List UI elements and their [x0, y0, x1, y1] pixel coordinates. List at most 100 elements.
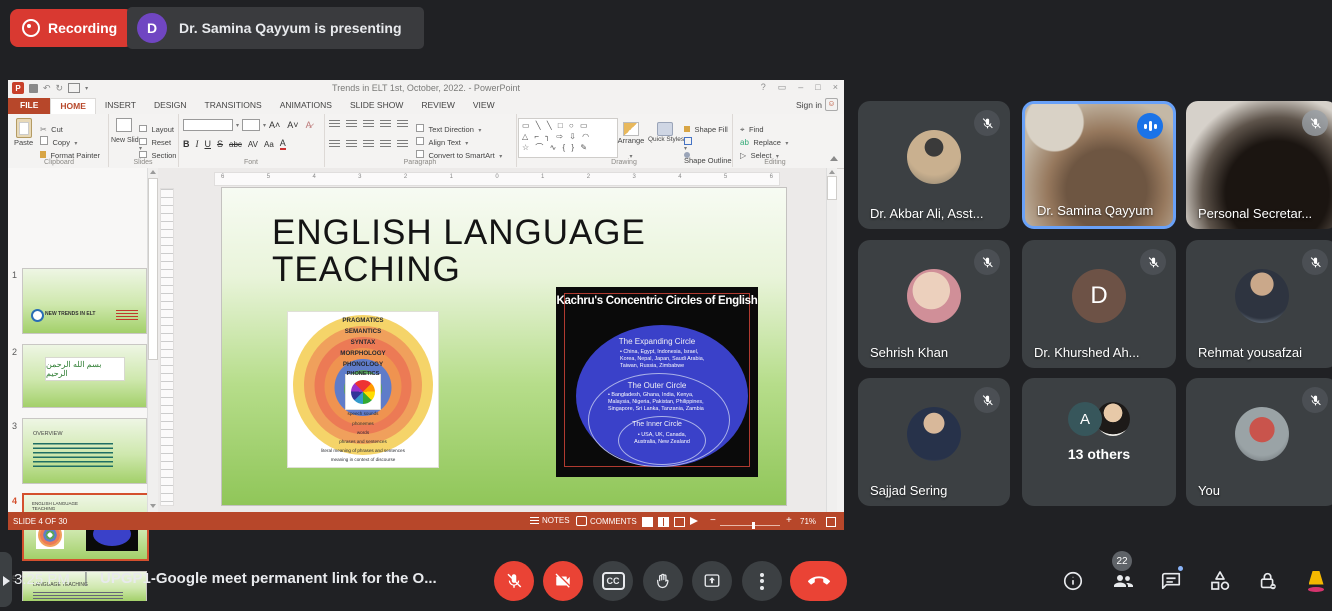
arrange-button[interactable]: Arrange▾ — [614, 122, 648, 163]
slide-thumbnail-1[interactable]: NEW TRENDS IN ELT — [22, 268, 147, 334]
mic-toggle-button-muted[interactable] — [494, 561, 534, 601]
tab-slide-show[interactable]: SLIDE SHOW — [341, 98, 412, 114]
participant-tile-others[interactable]: A 13 others — [1022, 378, 1176, 506]
new-slide-button[interactable]: New Slide — [111, 118, 137, 144]
slideshow-view-button[interactable] — [690, 517, 698, 525]
notes-button[interactable]: NOTES — [530, 516, 570, 525]
chat-button[interactable] — [1158, 568, 1184, 594]
align-left-icon[interactable] — [329, 140, 340, 149]
editor-scrollbar[interactable] — [826, 168, 837, 512]
bold-button[interactable]: B — [183, 139, 190, 149]
participants-button[interactable] — [1110, 568, 1136, 594]
participant-tile-personal-secretary[interactable]: Personal Secretar... — [1186, 101, 1332, 229]
tab-view[interactable]: VIEW — [464, 98, 504, 114]
char-spacing-button[interactable]: AV — [248, 140, 258, 149]
participant-tile-rehmat[interactable]: Rehmat yousafzai — [1186, 240, 1332, 368]
strikethrough-button[interactable]: S — [217, 139, 223, 149]
participant-tile-akbar[interactable]: Dr. Akbar Ali, Asst... — [858, 101, 1010, 229]
restore-button[interactable]: □ — [815, 82, 820, 93]
thumbnail-scrollbar[interactable] — [147, 168, 158, 512]
scroll-up-icon[interactable] — [150, 170, 156, 174]
editor-scrollbar-thumb[interactable] — [827, 176, 837, 200]
reading-view-button[interactable] — [674, 517, 685, 527]
zoom-slider-thumb[interactable] — [752, 522, 755, 529]
comments-button[interactable]: COMMENTS — [576, 516, 637, 526]
thumbnail-scrollbar-thumb[interactable] — [148, 178, 158, 360]
tab-file[interactable]: FILE — [8, 98, 50, 114]
participant-tile-samina-speaking[interactable]: Dr. Samina Qayyum — [1022, 101, 1176, 229]
tab-transitions[interactable]: TRANSITIONS — [196, 98, 271, 114]
activities-button[interactable] — [1207, 568, 1233, 594]
collapse-ribbon-icon[interactable] — [830, 156, 838, 161]
horizontal-ruler: 65 43 21 01 23 45 6 — [214, 172, 780, 186]
tab-insert[interactable]: INSERT — [96, 98, 145, 114]
save-icon[interactable] — [29, 84, 38, 93]
fit-to-window-button[interactable] — [826, 517, 836, 527]
zoom-slider[interactable] — [720, 525, 780, 526]
raise-hand-button[interactable] — [643, 561, 683, 601]
justify-icon[interactable] — [380, 140, 391, 149]
increase-font-icon[interactable]: A˄ — [269, 120, 280, 130]
italic-button[interactable]: I — [196, 139, 199, 149]
end-call-button[interactable] — [790, 561, 847, 601]
powerpoint-logo-icon[interactable]: P — [12, 82, 24, 94]
columns-icon[interactable] — [397, 140, 408, 149]
qat-dropdown-icon[interactable]: ▾ — [85, 85, 88, 92]
inner-circle-label: The Inner Circle — [556, 421, 758, 428]
quick-access-toolbar[interactable]: P ↶ ↻ ▾ — [12, 82, 88, 94]
slide-sorter-view-button[interactable] — [658, 517, 669, 527]
increase-indent-icon[interactable] — [380, 120, 391, 129]
decrease-indent-icon[interactable] — [363, 120, 374, 129]
change-case-button[interactable]: Aa — [264, 140, 274, 149]
font-name-input[interactable] — [183, 119, 233, 131]
present-screen-button[interactable] — [692, 561, 732, 601]
captions-button[interactable]: CC — [593, 561, 633, 601]
ribbon-display-button[interactable]: ▭ — [778, 82, 787, 93]
undo-icon[interactable]: ↶ — [43, 83, 51, 94]
line-spacing-icon[interactable] — [397, 120, 408, 129]
host-controls-button[interactable] — [1255, 568, 1281, 594]
participant-tile-you[interactable]: You — [1186, 378, 1332, 506]
slide-thumbnail-2[interactable]: بسم الله الرحمن الرحيم — [22, 344, 147, 408]
participant-tile-sehrish[interactable]: Sehrish Khan — [858, 240, 1010, 368]
tab-animations[interactable]: ANIMATIONS — [271, 98, 341, 114]
close-button[interactable]: × — [833, 82, 838, 93]
camera-toggle-button-off[interactable] — [543, 561, 583, 601]
numbering-icon[interactable] — [346, 120, 357, 129]
bullets-icon[interactable] — [329, 120, 340, 129]
zoom-in-button[interactable]: + — [786, 515, 792, 526]
editor-scroll-up-icon[interactable] — [829, 170, 835, 174]
expand-arrow-icon[interactable] — [3, 576, 10, 586]
paste-button[interactable]: Paste — [14, 118, 33, 147]
quick-styles-button[interactable]: Quick Styles — [648, 122, 682, 143]
meeting-details-button[interactable] — [1060, 568, 1086, 594]
font-color-button[interactable]: A — [280, 138, 286, 150]
more-options-button[interactable] — [742, 561, 782, 601]
decrease-font-icon[interactable]: A˅ — [287, 120, 298, 130]
ppt-window-controls[interactable]: ? ▭ – □ × — [761, 82, 838, 93]
underline-button[interactable]: U — [205, 139, 212, 149]
redo-icon[interactable]: ↻ — [56, 83, 64, 94]
start-slideshow-icon[interactable] — [68, 83, 80, 93]
tab-home[interactable]: HOME — [50, 98, 96, 114]
help-button[interactable]: ? — [761, 82, 766, 93]
align-right-icon[interactable] — [363, 140, 374, 149]
minimize-button[interactable]: – — [798, 82, 803, 93]
strike-abc-button[interactable]: abc — [229, 140, 242, 149]
normal-view-button[interactable] — [642, 517, 653, 527]
chat-notification-dot — [1178, 566, 1183, 571]
shapes-gallery[interactable]: ▭ ╲ ╲ □ ○ ▭△ ⌐ ╮ ⇨ ⇩ ◠☆ ⌒ ∿ { } ✎ — [518, 118, 618, 158]
clear-format-icon[interactable]: A̷ — [306, 120, 312, 130]
zoom-out-button[interactable]: − — [710, 515, 716, 526]
scroll-down-icon[interactable] — [150, 504, 156, 508]
font-size-input[interactable] — [242, 119, 260, 131]
tab-design[interactable]: DESIGN — [145, 98, 196, 114]
participant-tile-khurshed[interactable]: D Dr. Khurshed Ah... — [1022, 240, 1176, 368]
sign-in-link[interactable]: Sign in — [796, 100, 822, 110]
account-icon[interactable]: ☺ — [825, 98, 838, 111]
tab-review[interactable]: REVIEW — [412, 98, 464, 114]
participant-tile-sajjad[interactable]: Sajjad Sering — [858, 378, 1010, 506]
lamp-extension-icon[interactable] — [1303, 568, 1329, 594]
align-center-icon[interactable] — [346, 140, 357, 149]
slide-thumbnail-3[interactable]: OVERVIEW — [22, 418, 147, 484]
